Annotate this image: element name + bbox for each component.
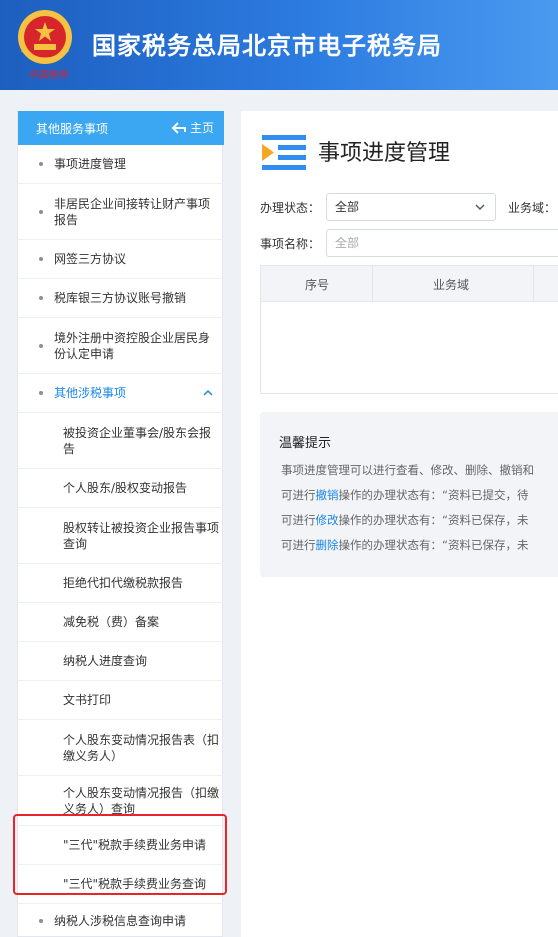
tip-line: 事项进度管理可以进行查看、修改、删除、撤销和 [281, 463, 534, 477]
back-arrow-icon [171, 121, 186, 134]
bullet-icon [39, 391, 43, 395]
sidebar-item-label: 拒绝代扣代缴税款报告 [63, 576, 184, 590]
sidebar-item-label: 个人股东/股权变动报告 [63, 481, 188, 495]
table-header: 序号 业务域 [261, 266, 558, 302]
chevron-down-icon [475, 204, 485, 210]
sidebar-item-label: 被投资企业董事会/股东会报告 [63, 425, 212, 456]
tips-panel: 温馨提示 事项进度管理可以进行查看、修改、删除、撤销和 可进行撤销操作的办理状态… [260, 412, 558, 577]
sidebar-item-label: 网签三方协议 [54, 252, 127, 266]
list-icon [262, 135, 306, 170]
delete-keyword: 删除 [315, 538, 339, 552]
bullet-icon [39, 918, 43, 923]
tip-text: 可进行 [281, 538, 316, 552]
sidebar-subitem-shareholder-change[interactable]: 个人股东/股权变动报告 [18, 469, 224, 508]
sidebar-item-label: 其他涉税事项 [54, 386, 127, 400]
cancel-keyword: 撤销 [315, 488, 339, 502]
column-divider [372, 266, 373, 302]
sidebar-item-tripartite-cancel[interactable]: 税库银三方协议账号撤销 [18, 279, 224, 318]
item-name-input[interactable]: 全部 [326, 229, 558, 257]
tip-text: 操作的办理状态有：“资料已提交，待 [338, 488, 529, 502]
column-header-index: 序号 [305, 278, 330, 292]
sidebar-title: 其他服务事项 [36, 122, 109, 136]
tip-line: 可进行删除操作的办理状态有：“资料已保存，未 [281, 537, 528, 553]
sidebar-item-resident-identity[interactable]: 境外注册中资控股企业居民身份认定申请 [18, 318, 224, 374]
sidebar-item-progress-management[interactable]: 事项进度管理 [18, 145, 224, 184]
sidebar-item-label: 减免税（费）备案 [63, 615, 160, 629]
tip-line: 可进行撤销操作的办理状态有：“资料已提交，待 [281, 487, 528, 503]
home-label: 主页 [189, 121, 214, 135]
results-table: 序号 业务域 [260, 265, 558, 394]
tip-text: 可进行 [281, 488, 316, 502]
sidebar-item-label: 文书打印 [63, 693, 112, 707]
sidebar-item-label: 税库银三方协议账号撤销 [54, 291, 187, 305]
sidebar-item-label: 个人股东变动情况报告（扣缴义务人）查询 [63, 785, 220, 816]
tip-text: 操作的办理状态有：“资料已保存，未 [338, 513, 529, 527]
sidebar-subitem-shareholder-form[interactable]: 个人股东变动情况报告表（扣缴义务人） [18, 720, 224, 776]
site-title: 国家税务总局北京市电子税务局 [92, 32, 442, 60]
sidebar-item-nonresident-transfer[interactable]: 非居民企业间接转让财产事项报告 [18, 184, 224, 240]
bullet-icon [39, 209, 43, 214]
chevron-up-icon [203, 389, 213, 396]
tip-line: 可进行修改操作的办理状态有：“资料已保存，未 [281, 512, 528, 528]
sidebar-subitem-tax-exemption-filing[interactable]: 减免税（费）备案 [18, 603, 224, 642]
sidebar-subitem-board-report[interactable]: 被投资企业董事会/股东会报告 [18, 413, 224, 469]
tip-text: 操作的办理状态有：“资料已保存，未 [338, 538, 529, 552]
column-header-domain: 业务域 [433, 278, 470, 292]
modify-keyword: 修改 [315, 513, 339, 527]
tips-title: 温馨提示 [279, 436, 332, 451]
sidebar-item-label: 境外注册中资控股企业居民身份认定申请 [54, 330, 211, 361]
home-link[interactable]: 主页 [171, 119, 214, 136]
sidebar-item-label: 个人股东变动情况报告表（扣缴义务人） [63, 732, 220, 763]
bullet-icon [39, 296, 43, 300]
domain-label: 业务域： [508, 201, 557, 215]
sidebar-item-other-tax-matters[interactable]: 其他涉税事项 [18, 374, 224, 413]
tax-emblem-icon [18, 10, 72, 64]
sidebar-item-label: 纳税人进度查询 [63, 654, 148, 668]
status-select[interactable]: 全部 [326, 193, 496, 221]
sidebar-item-label: 股权转让被投资企业报告事项查询 [63, 520, 220, 551]
status-label: 办理状态： [260, 201, 321, 215]
sidebar-item-label: 纳税人涉税信息查询申请 [54, 913, 187, 928]
tip-text: 可进行 [281, 513, 316, 527]
highlight-box [13, 814, 227, 895]
bullet-icon [39, 162, 43, 166]
sidebar-subitem-document-print[interactable]: 文书打印 [18, 681, 224, 720]
column-divider [533, 266, 534, 302]
main-panel: 事项进度管理 办理状态： 全部 业务域： 事项名称： 全部 序号 业务域 温馨提… [241, 111, 558, 937]
sidebar-header: 其他服务事项 主页 [18, 111, 224, 145]
page-title: 事项进度管理 [318, 141, 451, 166]
site-header: 中国税务 国家税务总局北京市电子税务局 [0, 0, 558, 90]
emblem-caption: 中国税务 [28, 70, 68, 81]
sidebar-item-label: 非居民企业间接转让财产事项报告 [54, 196, 211, 227]
bullet-icon [39, 343, 43, 348]
sidebar-item-label: 事项进度管理 [54, 157, 127, 171]
name-label: 事项名称： [260, 237, 321, 251]
sidebar-subitem-equity-transfer-query[interactable]: 股权转让被投资企业报告事项查询 [18, 508, 224, 564]
sidebar-subitem-refuse-withholding[interactable]: 拒绝代扣代缴税款报告 [18, 564, 224, 603]
status-select-value: 全部 [335, 200, 360, 214]
sidebar-subitem-taxpayer-progress[interactable]: 纳税人进度查询 [18, 642, 224, 681]
sidebar-item-online-tripartite[interactable]: 网签三方协议 [18, 240, 224, 279]
sidebar-item-tax-info-query[interactable]: 纳税人涉税信息查询申请 [18, 904, 224, 937]
bullet-icon [39, 257, 43, 261]
